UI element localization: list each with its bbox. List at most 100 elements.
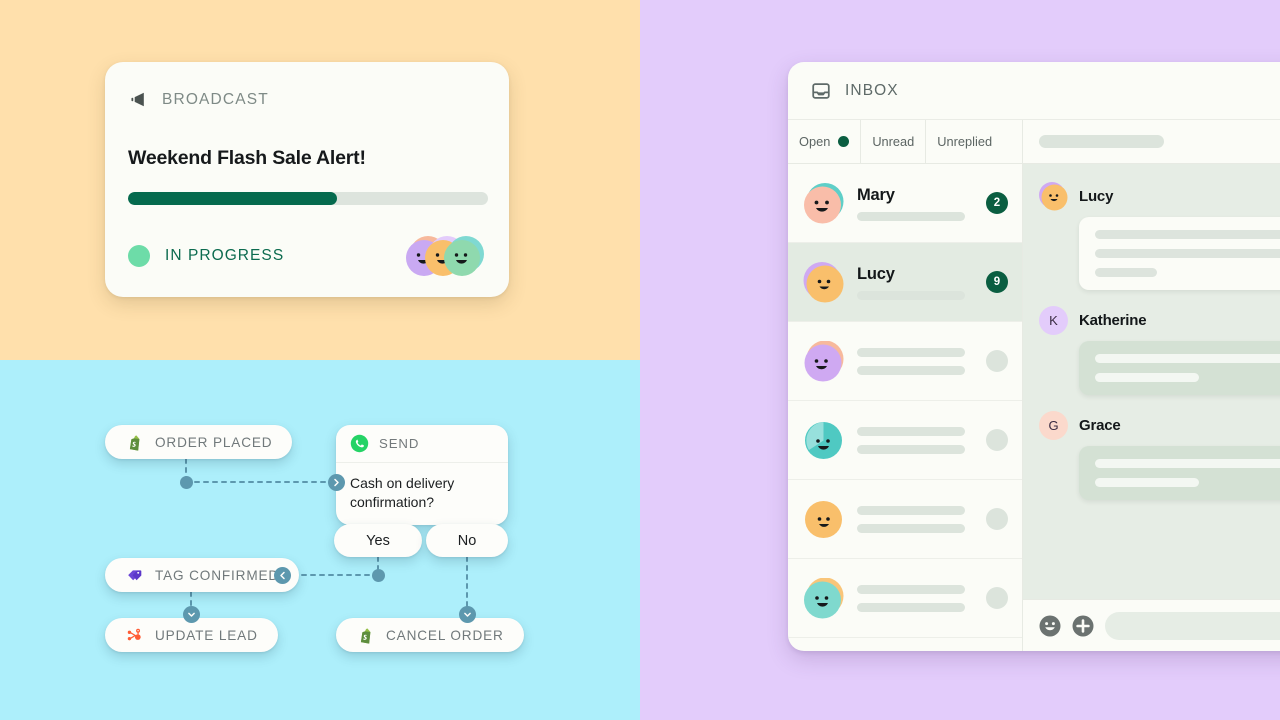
flow-connectors	[185, 458, 468, 613]
message-composer	[1023, 599, 1280, 651]
avatar	[803, 340, 844, 382]
avatar	[1039, 182, 1068, 211]
tab-unreplied[interactable]: Unreplied	[926, 120, 1003, 163]
message-preview-placeholder	[857, 602, 965, 612]
conversation-name: Lucy	[857, 264, 895, 283]
megaphone-icon	[128, 88, 151, 111]
conversation-preview	[857, 347, 973, 375]
message-preview-placeholder	[857, 211, 965, 221]
emoji-smiley-icon[interactable]	[1039, 615, 1061, 637]
unread-badge	[986, 508, 1008, 530]
conversation-name: Mary	[857, 185, 895, 204]
shopify-icon	[125, 433, 144, 452]
tab-unread[interactable]: Unread	[861, 120, 927, 163]
conversation-list-item[interactable]	[788, 322, 1022, 401]
conversation-preview	[857, 426, 973, 454]
flow-node-cancel-order[interactable]: CANCEL ORDER	[336, 618, 524, 652]
avatar	[803, 261, 844, 303]
flow-node-send-message[interactable]: SEND Cash on delivery confirmation?	[336, 425, 508, 526]
conversation-preview: Lucy	[857, 265, 973, 300]
flow-node-label: TAG CONFIRMED	[155, 567, 280, 583]
thread-search-input[interactable]	[1039, 135, 1164, 148]
inbox-title: INBOX	[845, 81, 899, 99]
broadcast-card: BROADCAST Weekend Flash Sale Alert! IN P…	[105, 62, 509, 297]
conversation-list-item[interactable]: Lucy 9	[788, 243, 1022, 322]
avatar	[803, 577, 844, 619]
conversation-preview: Mary	[857, 186, 973, 221]
send-card-message: Cash on delivery confirmation?	[350, 475, 455, 510]
flow-node-tag-confirmed[interactable]: TAG CONFIRMED	[105, 558, 300, 592]
message-preview-placeholder	[857, 365, 965, 375]
flow-choice-label: No	[457, 532, 477, 549]
message-bubble	[1079, 446, 1280, 500]
flow-node-order-placed[interactable]: ORDER PLACED	[105, 425, 293, 459]
inbox-panel: INBOX Open Unread Unreplied Mary 2 Lucy …	[788, 62, 1280, 651]
conversation-list-item[interactable]: Mary 2	[788, 164, 1022, 243]
message-line-placeholder	[1095, 373, 1199, 382]
connector-arrow-to-tag-confirmed[interactable]	[274, 567, 291, 584]
message-line-placeholder	[1095, 459, 1280, 468]
inbox-tabs: Open Unread Unreplied	[788, 120, 1022, 164]
tab-label: Open	[799, 134, 831, 149]
message-preview-placeholder	[857, 347, 965, 357]
connector-arrow-to-send[interactable]	[328, 474, 345, 491]
flow-node-label: UPDATE LEAD	[155, 627, 258, 643]
connector-chevron-cancel-order[interactable]	[459, 606, 476, 623]
message-line-placeholder	[1095, 354, 1280, 363]
thread-message-header: Lucy	[1039, 182, 1280, 211]
flow-choice-yes[interactable]: Yes	[334, 524, 422, 557]
hubspot-icon	[125, 626, 144, 645]
connector-chevron-update-lead[interactable]	[183, 606, 200, 623]
conversation-list-item[interactable]	[788, 480, 1022, 559]
flow-choice-no[interactable]: No	[426, 524, 508, 557]
message-preview-placeholder	[857, 505, 965, 515]
connector-dot-order-placed[interactable]	[180, 476, 193, 489]
message-line-placeholder	[1095, 268, 1157, 277]
thread-message: G Grace	[1039, 411, 1280, 500]
broadcast-progress-bar	[128, 192, 488, 205]
conversation-thread-column: Lucy K Katherine G Grace	[1023, 120, 1280, 651]
plus-circle-icon[interactable]	[1072, 615, 1094, 637]
message-line-placeholder	[1095, 249, 1280, 258]
whatsapp-icon	[350, 434, 369, 453]
message-input[interactable]	[1105, 611, 1280, 640]
thread-message-header: K Katherine	[1039, 306, 1280, 335]
tab-open-status-dot	[838, 136, 850, 147]
status-dot	[128, 245, 150, 267]
tab-label: Unread	[872, 134, 915, 149]
connector-dot-yes[interactable]	[372, 569, 385, 582]
tab-open[interactable]: Open	[788, 120, 862, 163]
message-line-placeholder	[1095, 478, 1199, 487]
inbox-body: Open Unread Unreplied Mary 2 Lucy 9 Lucy…	[788, 120, 1280, 651]
message-preview-placeholder	[857, 426, 965, 436]
status-badge: IN PROGRESS	[165, 247, 285, 264]
broadcast-header: BROADCAST	[128, 88, 486, 111]
unread-badge	[986, 350, 1008, 372]
flow-node-update-lead[interactable]: UPDATE LEAD	[105, 618, 278, 652]
conversation-list-item[interactable]	[788, 559, 1022, 638]
message-preview-placeholder	[857, 584, 965, 594]
thread-messages: Lucy K Katherine G Grace	[1023, 164, 1280, 599]
flow-choice-label: Yes	[366, 532, 390, 549]
broadcast-progress-fill	[128, 192, 337, 205]
broadcast-avatar-stack	[406, 236, 484, 276]
unread-badge: 2	[986, 192, 1008, 214]
thread-message-sender: Lucy	[1079, 188, 1114, 205]
message-line-placeholder	[1095, 230, 1280, 239]
conversation-list-item[interactable]	[788, 401, 1022, 480]
conversation-list-column: Open Unread Unreplied Mary 2 Lucy 9	[788, 120, 1023, 651]
flow-diagram: ORDER PLACED TAG CONFIRMED UPDATE LEAD C…	[0, 360, 640, 720]
tab-label: Unreplied	[937, 134, 993, 149]
avatar-green	[444, 236, 484, 276]
broadcast-header-label: BROADCAST	[162, 90, 269, 108]
send-card-label: SEND	[379, 436, 420, 451]
thread-message: Lucy	[1039, 182, 1280, 290]
avatar-initial: G	[1039, 411, 1068, 440]
thread-toolbar	[1023, 120, 1280, 164]
thread-message-header: G Grace	[1039, 411, 1280, 440]
message-preview-placeholder	[857, 444, 965, 454]
conversation-preview	[857, 505, 973, 533]
broadcast-footer: IN PROGRESS	[128, 236, 486, 276]
flow-node-label: ORDER PLACED	[155, 434, 273, 450]
inbox-tray-icon	[810, 80, 832, 102]
